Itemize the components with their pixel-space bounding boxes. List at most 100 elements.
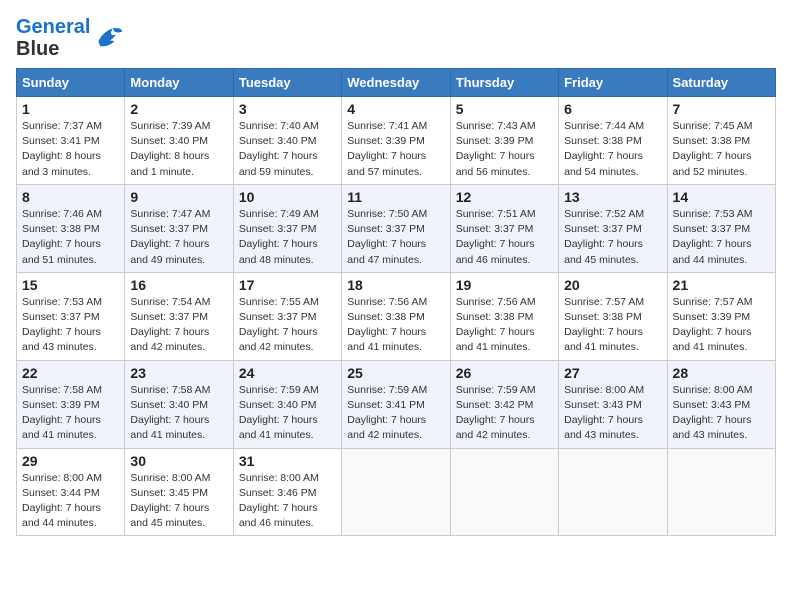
calendar-cell: 25 Sunrise: 7:59 AM Sunset: 3:41 PM Dayl… (342, 360, 450, 448)
day-info: Sunrise: 7:53 AM Sunset: 3:37 PM Dayligh… (22, 295, 119, 356)
day-number: 9 (130, 189, 227, 205)
calendar-cell: 28 Sunrise: 8:00 AM Sunset: 3:43 PM Dayl… (667, 360, 775, 448)
calendar-cell: 23 Sunrise: 7:58 AM Sunset: 3:40 PM Dayl… (125, 360, 233, 448)
calendar-cell: 16 Sunrise: 7:54 AM Sunset: 3:37 PM Dayl… (125, 272, 233, 360)
calendar-week-row: 1 Sunrise: 7:37 AM Sunset: 3:41 PM Dayli… (17, 97, 776, 185)
calendar-cell: 2 Sunrise: 7:39 AM Sunset: 3:40 PM Dayli… (125, 97, 233, 185)
day-number: 25 (347, 365, 444, 381)
calendar-cell: 6 Sunrise: 7:44 AM Sunset: 3:38 PM Dayli… (559, 97, 667, 185)
day-number: 15 (22, 277, 119, 293)
day-number: 4 (347, 101, 444, 117)
day-info: Sunrise: 7:56 AM Sunset: 3:38 PM Dayligh… (456, 295, 553, 356)
day-info: Sunrise: 7:57 AM Sunset: 3:38 PM Dayligh… (564, 295, 661, 356)
calendar-cell: 19 Sunrise: 7:56 AM Sunset: 3:38 PM Dayl… (450, 272, 558, 360)
calendar-cell: 8 Sunrise: 7:46 AM Sunset: 3:38 PM Dayli… (17, 184, 125, 272)
day-info: Sunrise: 7:57 AM Sunset: 3:39 PM Dayligh… (673, 295, 770, 356)
day-number: 28 (673, 365, 770, 381)
day-number: 17 (239, 277, 336, 293)
day-info: Sunrise: 8:00 AM Sunset: 3:45 PM Dayligh… (130, 471, 227, 532)
day-number: 12 (456, 189, 553, 205)
day-info: Sunrise: 7:59 AM Sunset: 3:42 PM Dayligh… (456, 383, 553, 444)
day-number: 29 (22, 453, 119, 469)
calendar-cell: 22 Sunrise: 7:58 AM Sunset: 3:39 PM Dayl… (17, 360, 125, 448)
day-number: 26 (456, 365, 553, 381)
logo: GeneralBlue (16, 16, 124, 60)
day-info: Sunrise: 8:00 AM Sunset: 3:44 PM Dayligh… (22, 471, 119, 532)
calendar-cell: 3 Sunrise: 7:40 AM Sunset: 3:40 PM Dayli… (233, 97, 341, 185)
calendar-cell: 1 Sunrise: 7:37 AM Sunset: 3:41 PM Dayli… (17, 97, 125, 185)
day-number: 3 (239, 101, 336, 117)
day-header-tuesday: Tuesday (233, 69, 341, 97)
day-header-monday: Monday (125, 69, 233, 97)
calendar-cell (667, 448, 775, 536)
day-header-sunday: Sunday (17, 69, 125, 97)
day-number: 24 (239, 365, 336, 381)
day-info: Sunrise: 7:41 AM Sunset: 3:39 PM Dayligh… (347, 119, 444, 180)
calendar-cell: 14 Sunrise: 7:53 AM Sunset: 3:37 PM Dayl… (667, 184, 775, 272)
day-header-wednesday: Wednesday (342, 69, 450, 97)
day-number: 31 (239, 453, 336, 469)
day-info: Sunrise: 7:43 AM Sunset: 3:39 PM Dayligh… (456, 119, 553, 180)
calendar-cell: 29 Sunrise: 8:00 AM Sunset: 3:44 PM Dayl… (17, 448, 125, 536)
day-number: 2 (130, 101, 227, 117)
day-info: Sunrise: 7:40 AM Sunset: 3:40 PM Dayligh… (239, 119, 336, 180)
logo-text: GeneralBlue (16, 16, 90, 60)
calendar-week-row: 15 Sunrise: 7:53 AM Sunset: 3:37 PM Dayl… (17, 272, 776, 360)
day-info: Sunrise: 7:51 AM Sunset: 3:37 PM Dayligh… (456, 207, 553, 268)
day-info: Sunrise: 7:45 AM Sunset: 3:38 PM Dayligh… (673, 119, 770, 180)
day-number: 20 (564, 277, 661, 293)
day-info: Sunrise: 7:56 AM Sunset: 3:38 PM Dayligh… (347, 295, 444, 356)
day-info: Sunrise: 7:59 AM Sunset: 3:40 PM Dayligh… (239, 383, 336, 444)
day-number: 6 (564, 101, 661, 117)
day-info: Sunrise: 7:59 AM Sunset: 3:41 PM Dayligh… (347, 383, 444, 444)
calendar-header-row: SundayMondayTuesdayWednesdayThursdayFrid… (17, 69, 776, 97)
day-info: Sunrise: 7:58 AM Sunset: 3:39 PM Dayligh… (22, 383, 119, 444)
calendar-cell: 11 Sunrise: 7:50 AM Sunset: 3:37 PM Dayl… (342, 184, 450, 272)
day-number: 1 (22, 101, 119, 117)
calendar-cell: 24 Sunrise: 7:59 AM Sunset: 3:40 PM Dayl… (233, 360, 341, 448)
calendar-cell: 30 Sunrise: 8:00 AM Sunset: 3:45 PM Dayl… (125, 448, 233, 536)
day-number: 30 (130, 453, 227, 469)
day-info: Sunrise: 7:58 AM Sunset: 3:40 PM Dayligh… (130, 383, 227, 444)
logo-bird-icon (92, 24, 124, 52)
calendar-cell (450, 448, 558, 536)
day-number: 18 (347, 277, 444, 293)
page-header: GeneralBlue (16, 16, 776, 60)
calendar-cell: 18 Sunrise: 7:56 AM Sunset: 3:38 PM Dayl… (342, 272, 450, 360)
day-number: 5 (456, 101, 553, 117)
calendar-cell (559, 448, 667, 536)
day-info: Sunrise: 8:00 AM Sunset: 3:43 PM Dayligh… (673, 383, 770, 444)
calendar-cell: 17 Sunrise: 7:55 AM Sunset: 3:37 PM Dayl… (233, 272, 341, 360)
day-number: 10 (239, 189, 336, 205)
calendar-cell: 5 Sunrise: 7:43 AM Sunset: 3:39 PM Dayli… (450, 97, 558, 185)
day-header-thursday: Thursday (450, 69, 558, 97)
calendar-week-row: 8 Sunrise: 7:46 AM Sunset: 3:38 PM Dayli… (17, 184, 776, 272)
day-number: 13 (564, 189, 661, 205)
calendar-cell (342, 448, 450, 536)
calendar-cell: 31 Sunrise: 8:00 AM Sunset: 3:46 PM Dayl… (233, 448, 341, 536)
day-info: Sunrise: 7:55 AM Sunset: 3:37 PM Dayligh… (239, 295, 336, 356)
day-info: Sunrise: 7:54 AM Sunset: 3:37 PM Dayligh… (130, 295, 227, 356)
day-info: Sunrise: 7:47 AM Sunset: 3:37 PM Dayligh… (130, 207, 227, 268)
day-info: Sunrise: 7:50 AM Sunset: 3:37 PM Dayligh… (347, 207, 444, 268)
calendar-cell: 7 Sunrise: 7:45 AM Sunset: 3:38 PM Dayli… (667, 97, 775, 185)
day-info: Sunrise: 7:49 AM Sunset: 3:37 PM Dayligh… (239, 207, 336, 268)
day-number: 23 (130, 365, 227, 381)
day-number: 14 (673, 189, 770, 205)
day-header-saturday: Saturday (667, 69, 775, 97)
calendar-cell: 4 Sunrise: 7:41 AM Sunset: 3:39 PM Dayli… (342, 97, 450, 185)
day-number: 16 (130, 277, 227, 293)
calendar-table: SundayMondayTuesdayWednesdayThursdayFrid… (16, 68, 776, 536)
day-number: 27 (564, 365, 661, 381)
day-info: Sunrise: 8:00 AM Sunset: 3:46 PM Dayligh… (239, 471, 336, 532)
calendar-cell: 27 Sunrise: 8:00 AM Sunset: 3:43 PM Dayl… (559, 360, 667, 448)
day-header-friday: Friday (559, 69, 667, 97)
calendar-cell: 26 Sunrise: 7:59 AM Sunset: 3:42 PM Dayl… (450, 360, 558, 448)
calendar-cell: 15 Sunrise: 7:53 AM Sunset: 3:37 PM Dayl… (17, 272, 125, 360)
day-info: Sunrise: 7:46 AM Sunset: 3:38 PM Dayligh… (22, 207, 119, 268)
calendar-cell: 9 Sunrise: 7:47 AM Sunset: 3:37 PM Dayli… (125, 184, 233, 272)
calendar-cell: 10 Sunrise: 7:49 AM Sunset: 3:37 PM Dayl… (233, 184, 341, 272)
day-number: 19 (456, 277, 553, 293)
calendar-cell: 12 Sunrise: 7:51 AM Sunset: 3:37 PM Dayl… (450, 184, 558, 272)
day-info: Sunrise: 7:52 AM Sunset: 3:37 PM Dayligh… (564, 207, 661, 268)
